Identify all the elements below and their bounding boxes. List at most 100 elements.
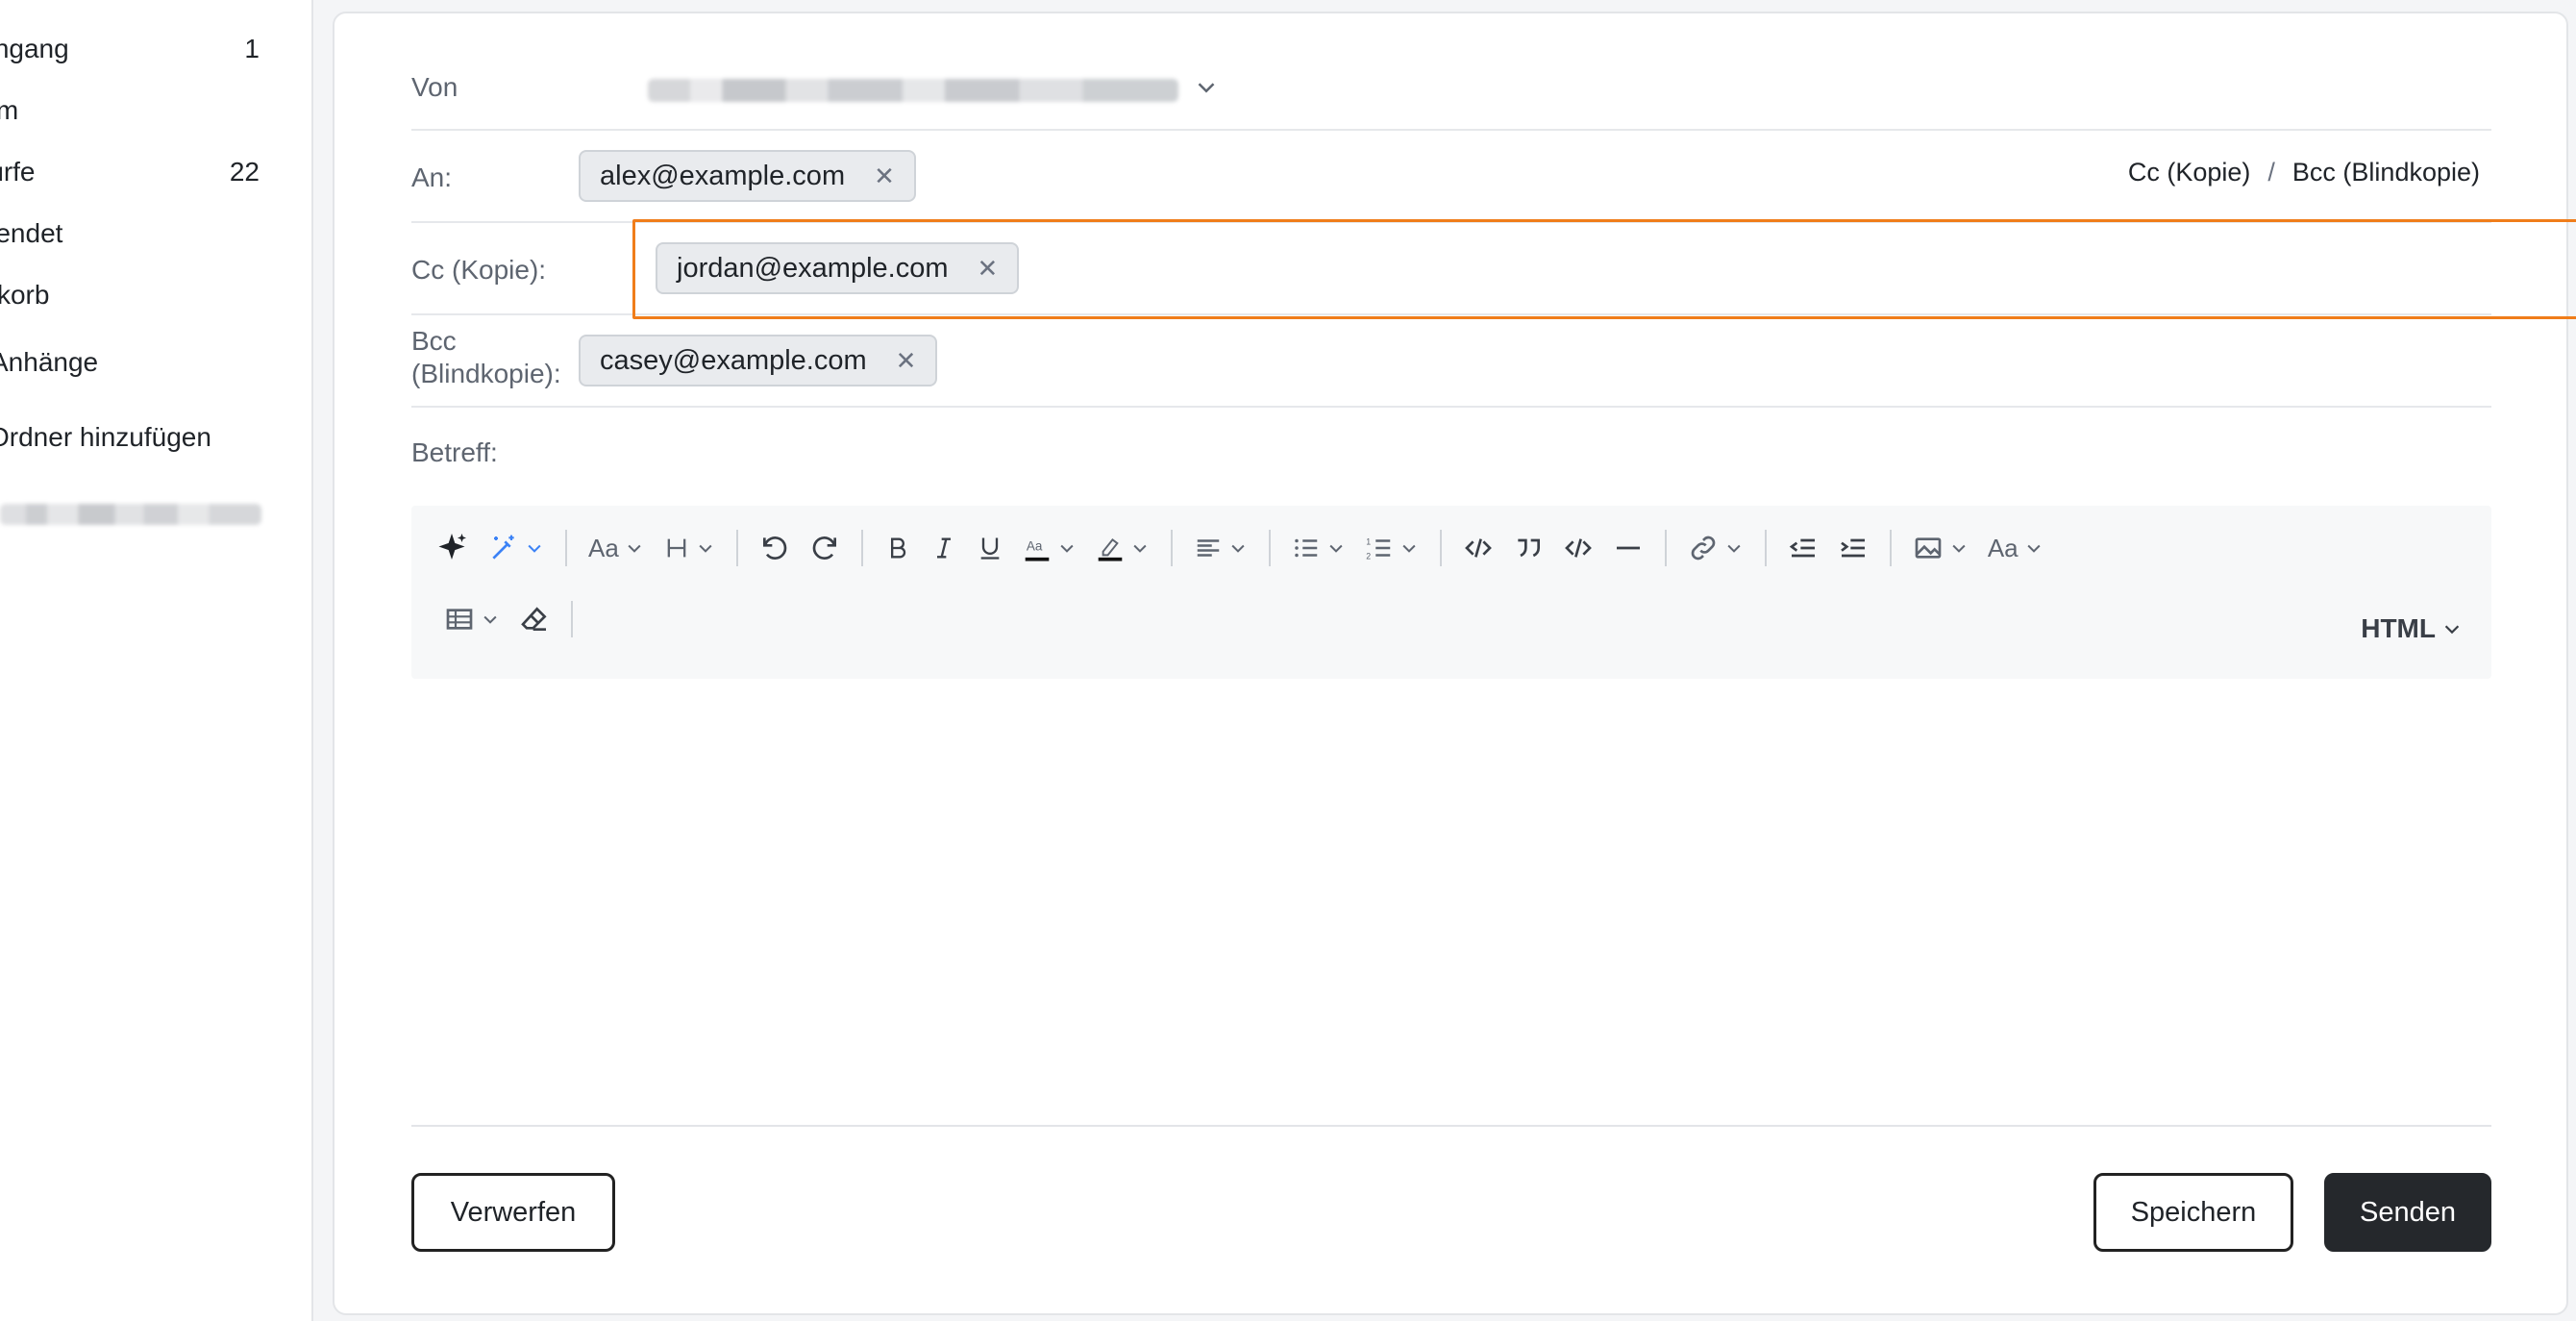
from-label: Von xyxy=(411,72,458,102)
ai-wand-dropdown[interactable] xyxy=(479,524,554,572)
recipient-chip[interactable]: alex@example.com ✕ xyxy=(579,150,916,202)
recipient-chip[interactable]: jordan@example.com ✕ xyxy=(656,242,1020,294)
clear-format-eraser-icon[interactable] xyxy=(509,595,559,643)
add-folder-link[interactable]: Ordner hinzufügen xyxy=(0,413,279,461)
sidebar-item-trash[interactable]: Papierkorb xyxy=(0,271,279,319)
svg-text:1: 1 xyxy=(1366,536,1371,546)
heading-dropdown[interactable] xyxy=(654,524,725,572)
numbered-list-icon: 12 xyxy=(1366,536,1391,561)
chevron-down-icon xyxy=(1231,544,1245,553)
cc-label: Cc (Kopie): xyxy=(411,255,547,285)
toolbar-divider xyxy=(1889,530,1892,566)
font-size-dropdown[interactable]: Aa xyxy=(1978,524,2053,572)
sidebar-item-label: Papierkorb xyxy=(0,280,50,310)
editor-mode-label: HTML xyxy=(2361,613,2436,643)
outdent-icon[interactable] xyxy=(1778,524,1828,572)
table-icon xyxy=(446,609,473,630)
unread-count: 1 xyxy=(244,34,260,63)
ai-sparkle-icon[interactable] xyxy=(425,524,479,572)
toolbar-divider xyxy=(1268,530,1271,566)
bullet-list-icon xyxy=(1295,538,1318,558)
remove-recipient-icon[interactable]: ✕ xyxy=(874,162,895,191)
chevron-down-icon xyxy=(2027,544,2041,553)
numbered-list-dropdown[interactable]: 12 xyxy=(1355,524,1428,572)
chevron-down-icon xyxy=(1952,544,1966,553)
sidebar-item-spam[interactable]: Spam xyxy=(0,87,279,135)
subject-row: Betreff: xyxy=(411,408,2491,496)
toolbar-divider xyxy=(565,530,567,566)
editor-toolbar: Aa Aa 1 2 Aa HTML xyxy=(411,506,2491,679)
highlighter-icon xyxy=(1098,538,1123,561)
indent-icon[interactable] xyxy=(1828,524,1878,572)
chevron-down-icon xyxy=(528,544,541,553)
chevron-down-icon xyxy=(2444,625,2460,635)
blockquote-icon[interactable] xyxy=(1503,524,1553,572)
send-button[interactable]: Senden xyxy=(2324,1173,2491,1252)
account-name-redacted xyxy=(0,504,261,525)
bullet-list-dropdown[interactable] xyxy=(1282,524,1355,572)
recipient-address: jordan@example.com xyxy=(677,252,949,284)
svg-text:2: 2 xyxy=(1366,551,1371,561)
remove-recipient-icon[interactable]: ✕ xyxy=(896,346,917,376)
link-icon xyxy=(1691,536,1716,561)
remove-recipient-icon[interactable]: ✕ xyxy=(978,254,999,284)
save-button[interactable]: Speichern xyxy=(2093,1173,2293,1252)
sidebar-item-attachments[interactable]: Anhänge xyxy=(0,338,279,386)
redo-icon[interactable] xyxy=(800,524,850,572)
from-address-redacted[interactable] xyxy=(648,79,1178,102)
undo-icon[interactable] xyxy=(750,524,800,572)
footer-divider xyxy=(411,1125,2491,1127)
toolbar-divider xyxy=(735,530,738,566)
message-body-editor[interactable] xyxy=(411,686,2491,1129)
underline-icon[interactable] xyxy=(967,524,1013,572)
sidebar-item-drafts[interactable]: Entwürfe 22 xyxy=(0,148,279,196)
image-dropdown[interactable] xyxy=(1903,524,1978,572)
sidebar-item-label: Ordner hinzufügen xyxy=(0,422,211,452)
sidebar-item-sent[interactable]: Gesendet xyxy=(0,210,279,258)
chevron-down-icon xyxy=(1133,544,1147,553)
sidebar-item-inbox[interactable]: Posteingang 1 xyxy=(0,25,279,73)
font-size-icon: Aa xyxy=(1987,533,2019,562)
align-dropdown[interactable] xyxy=(1184,524,1257,572)
discard-button[interactable]: Verwerfen xyxy=(411,1173,615,1252)
horizontal-rule-icon[interactable] xyxy=(1603,524,1653,572)
bcc-label-line2: (Blindkopie): xyxy=(411,359,561,388)
from-row: Von xyxy=(411,52,2491,131)
draft-count: 22 xyxy=(229,157,260,187)
toolbar-divider xyxy=(1439,530,1442,566)
align-left-icon xyxy=(1197,539,1220,557)
toolbar-divider xyxy=(1170,530,1173,566)
editor-mode-dropdown[interactable]: HTML xyxy=(2361,613,2463,644)
sidebar-item-label: Spam xyxy=(0,95,19,125)
text-color-dropdown[interactable]: Aa xyxy=(1013,524,1086,572)
to-row: An: alex@example.com ✕ Cc (Kopie) / Bcc … xyxy=(411,131,2491,223)
table-dropdown[interactable] xyxy=(434,595,509,643)
sidebar-item-label: Entwürfe xyxy=(0,157,36,187)
link-separator: / xyxy=(2267,158,2275,187)
heading-icon xyxy=(667,538,686,558)
subject-label: Betreff: xyxy=(411,437,498,467)
chevron-down-icon xyxy=(1402,544,1416,553)
highlight-color-dropdown[interactable] xyxy=(1086,524,1159,572)
bcc-toggle-link[interactable]: Bcc (Blindkopie) xyxy=(2292,158,2480,187)
code-block-icon[interactable] xyxy=(1553,524,1603,572)
text-color-icon: Aa xyxy=(1025,538,1050,561)
image-icon xyxy=(1915,537,1942,559)
sidebar-item-label: Gesendet xyxy=(0,218,63,248)
recipient-address: alex@example.com xyxy=(600,160,846,191)
bold-icon[interactable] xyxy=(875,524,921,572)
code-inline-icon[interactable] xyxy=(1453,524,1503,572)
recipient-chip[interactable]: casey@example.com ✕ xyxy=(579,335,938,386)
sidebar-item-label: Anhänge xyxy=(0,347,99,377)
font-icon: Aa xyxy=(588,533,619,562)
bcc-label-line1: Bcc xyxy=(411,326,457,356)
to-label: An: xyxy=(411,162,453,192)
cc-row: Cc (Kopie): jordan@example.com ✕ xyxy=(411,219,2576,319)
link-dropdown[interactable] xyxy=(1678,524,1753,572)
cc-toggle-link[interactable]: Cc (Kopie) xyxy=(2128,158,2251,187)
chevron-down-icon xyxy=(1060,544,1074,553)
italic-icon[interactable] xyxy=(921,524,967,572)
font-family-dropdown[interactable]: Aa xyxy=(579,524,654,572)
chevron-down-icon[interactable] xyxy=(1192,73,1221,102)
chevron-down-icon xyxy=(483,615,497,624)
